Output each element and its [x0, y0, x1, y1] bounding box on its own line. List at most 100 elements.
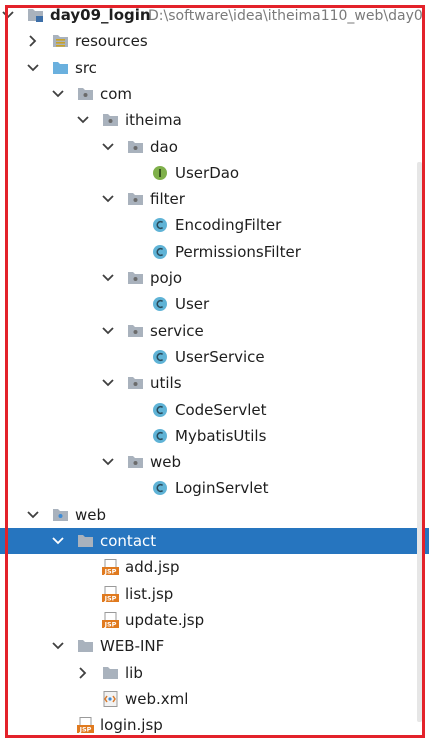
chevron-down-icon[interactable]: [51, 87, 65, 101]
tree-row-web[interactable]: web: [0, 449, 429, 475]
tree-row-service[interactable]: service: [0, 318, 429, 344]
jsp-file-icon: JSP: [102, 585, 119, 602]
tree-item-label: EncodingFilter: [175, 216, 282, 235]
module-folder-icon: [27, 7, 44, 23]
chevron-down-icon[interactable]: [101, 455, 115, 469]
chevron-right-icon[interactable]: [26, 34, 40, 48]
web-folder-icon: [52, 507, 69, 523]
svg-text:JSP: JSP: [104, 568, 117, 575]
class-icon: [152, 402, 169, 418]
tree-item-label: CodeServlet: [175, 400, 267, 419]
interface-icon: [152, 165, 169, 181]
package-icon: [127, 191, 144, 207]
chevron-down-icon[interactable]: [51, 639, 65, 653]
tree-item-label: filter: [150, 190, 185, 209]
tree-item-label: lib: [125, 663, 143, 682]
tree-row-userdao[interactable]: UserDao: [0, 160, 429, 186]
tree-row-contact[interactable]: contact: [0, 528, 429, 554]
jsp-file-icon: JSP: [102, 611, 119, 628]
source-folder-icon: [52, 60, 69, 76]
folder-icon: [77, 533, 94, 549]
xml-file-icon: [102, 690, 119, 707]
class-icon: [152, 349, 169, 365]
tree-row-permissionsfilter[interactable]: PermissionsFilter: [0, 239, 429, 265]
chevron-down-icon[interactable]: [26, 61, 40, 75]
tree-item-label: PermissionsFilter: [175, 242, 301, 261]
tree-item-label: web.xml: [125, 689, 189, 708]
class-icon: [152, 480, 169, 496]
tree-item-label: com: [100, 84, 133, 103]
tree-row-web[interactable]: web: [0, 502, 429, 528]
resources-folder-icon: [52, 33, 69, 49]
tree-item-label: web: [150, 453, 182, 472]
vertical-scrollbar[interactable]: [417, 162, 422, 722]
svg-text:JSP: JSP: [104, 594, 117, 601]
chevron-down-icon[interactable]: [101, 192, 115, 206]
tree-row-utils[interactable]: utils: [0, 370, 429, 396]
folder-icon: [102, 665, 119, 681]
chevron-down-icon[interactable]: [101, 376, 115, 390]
tree-row-mybatisutils[interactable]: MybatisUtils: [0, 423, 429, 449]
svg-text:JSP: JSP: [104, 620, 117, 627]
tree-item-label: list.jsp: [125, 584, 174, 603]
tree-item-label: dao: [150, 137, 178, 156]
tree-item-label: login.jsp: [100, 716, 163, 735]
tree-row-dao[interactable]: dao: [0, 134, 429, 160]
tree-row-login-jsp[interactable]: JSP login.jsp: [0, 712, 429, 738]
tree-row-filter[interactable]: filter: [0, 186, 429, 212]
tree-row-add-jsp[interactable]: JSP add.jsp: [0, 554, 429, 580]
tree-row-com[interactable]: com: [0, 81, 429, 107]
folder-icon: [77, 638, 94, 654]
package-icon: [77, 86, 94, 102]
class-icon: [152, 428, 169, 444]
chevron-right-icon[interactable]: [76, 666, 90, 680]
tree-item-label: User: [175, 295, 210, 314]
tree-item-label: UserService: [175, 347, 265, 366]
chevron-down-icon[interactable]: [76, 113, 90, 127]
jsp-file-icon: JSP: [77, 717, 94, 734]
tree-row-pojo[interactable]: pojo: [0, 265, 429, 291]
tree-item-label: UserDao: [175, 163, 240, 182]
package-icon: [102, 112, 119, 128]
tree-row-src[interactable]: src: [0, 55, 429, 81]
tree-item-label: add.jsp: [125, 558, 180, 577]
package-icon: [127, 375, 144, 391]
chevron-down-icon[interactable]: [101, 271, 115, 285]
chevron-down-icon[interactable]: [51, 534, 65, 548]
tree-item-label: utils: [150, 374, 182, 393]
class-icon: [152, 296, 169, 312]
tree-row-day09-login[interactable]: day09_login D:\software\idea\itheima110_w…: [0, 2, 429, 28]
package-icon: [127, 270, 144, 286]
jsp-file-icon: JSP: [102, 559, 119, 576]
package-icon: [127, 139, 144, 155]
tree-item-label: itheima: [125, 111, 182, 130]
chevron-down-icon[interactable]: [26, 508, 40, 522]
class-icon: [152, 244, 169, 260]
tree-item-label: LoginServlet: [175, 479, 269, 498]
package-icon: [127, 323, 144, 339]
tree-row-web-inf[interactable]: WEB-INF: [0, 633, 429, 659]
project-tree: day09_login D:\software\idea\itheima110_w…: [0, 0, 429, 739]
tree-row-lib[interactable]: lib: [0, 660, 429, 686]
tree-row-userservice[interactable]: UserService: [0, 344, 429, 370]
chevron-down-icon[interactable]: [101, 140, 115, 154]
tree-row-itheima[interactable]: itheima: [0, 107, 429, 133]
tree-item-label: pojo: [150, 269, 183, 287]
tree-row-encodingfilter[interactable]: EncodingFilter: [0, 212, 429, 238]
tree-item-label: MybatisUtils: [175, 426, 267, 445]
module-path: D:\software\idea\itheima110_web\day0: [148, 8, 423, 24]
tree-row-list-jsp[interactable]: JSP list.jsp: [0, 581, 429, 607]
tree-row-loginservlet[interactable]: LoginServlet: [0, 475, 429, 501]
tree-item-label: update.jsp: [125, 610, 205, 629]
tree-item-label: src: [75, 58, 97, 77]
tree-row-codeservlet[interactable]: CodeServlet: [0, 397, 429, 423]
chevron-down-icon[interactable]: [1, 8, 15, 22]
chevron-down-icon[interactable]: [101, 324, 115, 338]
tree-row-web-xml[interactable]: web.xml: [0, 686, 429, 712]
tree-row-update-jsp[interactable]: JSP update.jsp: [0, 607, 429, 633]
tree-row-resources[interactable]: resources: [0, 28, 429, 54]
tree-item-label: day09_login: [50, 6, 151, 24]
tree-item-label: WEB-INF: [100, 637, 165, 656]
tree-item-label: web: [75, 505, 107, 524]
tree-row-user[interactable]: User: [0, 291, 429, 317]
